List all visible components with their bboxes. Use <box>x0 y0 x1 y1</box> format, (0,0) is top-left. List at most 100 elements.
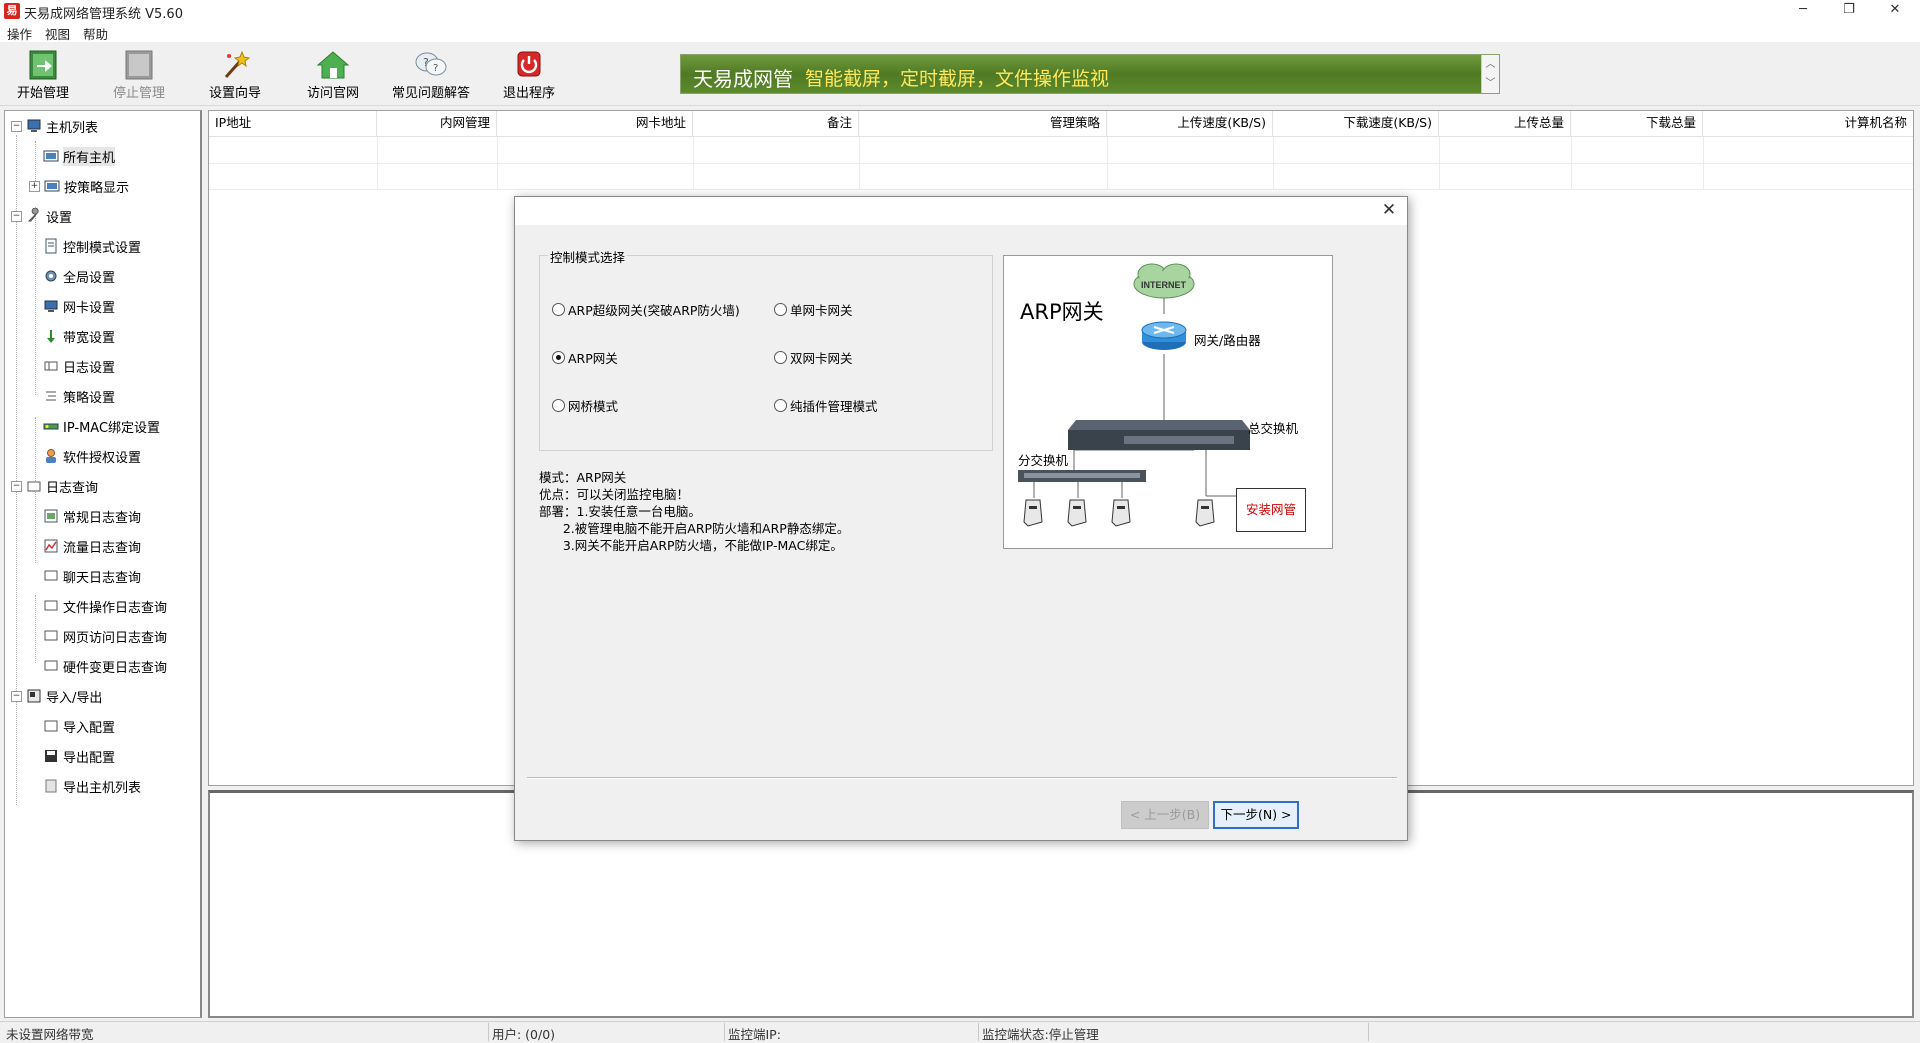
expand-icon[interactable]: + <box>29 180 40 192</box>
menu-operate[interactable]: 操作 <box>7 24 32 43</box>
tree-export-hosts[interactable]: 导出主机列表 <box>43 775 141 797</box>
tree-general-log[interactable]: 常规日志查询 <box>43 505 141 527</box>
tree-settings[interactable]: − 设置 <box>11 205 72 227</box>
hardware-log-icon <box>44 660 58 671</box>
ad-banner[interactable]: 天易成网管 智能截屏，定时截屏，文件操作监视 ︿ ﹀ <box>680 54 1500 94</box>
column-ip[interactable]: IP地址 <box>209 111 377 137</box>
network-diagram: INTERNET ARP网关 网关/路由器 总交换机 分交换机 安装网管 <box>1003 255 1333 549</box>
tree-bandwidth-settings[interactable]: 带宽设置 <box>43 325 115 347</box>
desc-deploy-3: 3.网关不能开启ARP防火墙，不能做IP-MAC绑定。 <box>539 538 843 553</box>
radio-arp-super-gateway[interactable]: ARP超级网关(突破ARP防火墙) <box>552 300 740 319</box>
collapse-icon[interactable]: − <box>11 210 22 222</box>
tree-web-log[interactable]: 网页访问日志查询 <box>43 625 167 647</box>
restore-button[interactable]: ❐ <box>1826 0 1872 22</box>
radio-bridge-mode[interactable]: 网桥模式 <box>552 396 618 415</box>
table-header: IP地址 内网管理 网卡地址 备注 管理策略 上传速度(KB/S) 下载速度(K… <box>209 111 1913 137</box>
radio-circle <box>774 351 787 364</box>
setup-wizard-button[interactable]: 设置向导 <box>192 50 278 104</box>
tree-file-log[interactable]: 文件操作日志查询 <box>43 595 167 617</box>
column-computer-name[interactable]: 计算机名称 <box>1703 111 1913 137</box>
tree-global-settings[interactable]: 全局设置 <box>43 265 115 287</box>
log-icon <box>44 361 58 371</box>
router-icon <box>1141 321 1187 350</box>
tree-import-config[interactable]: 导入配置 <box>43 715 115 737</box>
import-icon <box>44 720 58 732</box>
core-switch-icon <box>1068 420 1250 450</box>
banner-scrollbar[interactable]: ︿ ﹀ <box>1481 55 1499 93</box>
save-icon <box>45 750 57 762</box>
tree-nic-settings[interactable]: 网卡设置 <box>43 295 115 317</box>
network-card-icon <box>44 300 58 312</box>
tree-control-mode[interactable]: 控制模式设置 <box>43 235 141 257</box>
faq-button[interactable]: ? ? 常见问题解答 <box>388 50 474 104</box>
chevron-down-icon[interactable]: ﹀ <box>1482 74 1499 93</box>
list-icon <box>46 391 56 401</box>
next-button[interactable]: 下一步(N) > <box>1213 801 1299 829</box>
close-window-button[interactable]: ✕ <box>1872 0 1918 22</box>
dialog-title-bar: ✕ <box>515 197 1407 225</box>
tree-export-config[interactable]: 导出配置 <box>43 745 115 767</box>
tree-policy-settings[interactable]: 策略设置 <box>43 385 115 407</box>
menu-help[interactable]: 帮助 <box>83 24 108 43</box>
visit-website-button[interactable]: 访问官网 <box>290 50 376 104</box>
radio-plugin-mode[interactable]: 纯插件管理模式 <box>774 396 878 415</box>
column-remark[interactable]: 备注 <box>693 111 859 137</box>
tree-log-query[interactable]: − 日志查询 <box>11 475 98 497</box>
status-bar: 未设置网络带宽 用户: (0/0) 监控端IP: 监控端状态:停止管理 <box>0 1021 1920 1042</box>
desc-mode: 模式：ARP网关 <box>539 470 627 485</box>
menu-bar: 操作 视图 帮助 <box>0 22 1920 42</box>
collapse-icon[interactable]: − <box>11 480 22 492</box>
computer-icon <box>27 119 41 132</box>
general-log-icon <box>44 509 58 523</box>
tree-traffic-log[interactable]: 流量日志查询 <box>43 535 141 557</box>
minimize-button[interactable]: ─ <box>1780 0 1826 22</box>
column-upload-speed[interactable]: 上传速度(KB/S) <box>1107 111 1273 137</box>
tree-log-settings[interactable]: 日志设置 <box>43 355 115 377</box>
client-pc-icon <box>1067 499 1087 527</box>
collapse-icon[interactable]: − <box>11 120 22 132</box>
tree-ip-mac-binding[interactable]: IP-MAC绑定设置 <box>43 415 160 437</box>
status-bandwidth: 未设置网络带宽 <box>6 1027 94 1042</box>
radio-circle <box>774 303 787 316</box>
setup-wizard-label: 设置向导 <box>208 86 261 101</box>
tree-license-settings[interactable]: 软件授权设置 <box>43 445 141 467</box>
radio-dual-nic-gateway[interactable]: 双网卡网关 <box>774 348 853 367</box>
stop-manage-button[interactable]: 停止管理 <box>96 50 182 104</box>
tree-host-list[interactable]: − 主机列表 <box>11 115 98 137</box>
router-label: 网关/路由器 <box>1194 333 1261 348</box>
prev-button[interactable]: < 上一步(B) <box>1121 801 1209 829</box>
start-manage-button[interactable]: 开始管理 <box>0 50 86 104</box>
mode-groupbox: 控制模式选择 ARP超级网关(突破ARP防火墙) 单网卡网关 ARP网关 双网卡… <box>539 247 993 451</box>
desc-deploy-2: 2.被管理电脑不能开启ARP防火墙和ARP静态绑定。 <box>539 521 850 536</box>
branch-switch-label: 分交换机 <box>1018 453 1069 468</box>
column-mac[interactable]: 网卡地址 <box>497 111 693 137</box>
tree-by-policy[interactable]: + 按策略显示 <box>29 175 129 197</box>
document-icon <box>45 238 57 254</box>
status-users: 用户: (0/0) <box>492 1027 556 1042</box>
tree-all-hosts[interactable]: 所有主机 <box>43 145 116 167</box>
exit-program-button[interactable]: 退出程序 <box>486 50 572 104</box>
column-download-speed[interactable]: 下载速度(KB/S) <box>1273 111 1439 137</box>
collapse-icon[interactable]: − <box>11 690 22 702</box>
column-download-total[interactable]: 下载总量 <box>1571 111 1703 137</box>
column-policy[interactable]: 管理策略 <box>859 111 1107 137</box>
menu-view[interactable]: 视图 <box>45 24 70 43</box>
desc-deploy-1: 部署：1.安装任意一台电脑。 <box>539 504 701 519</box>
stop-manage-label: 停止管理 <box>112 86 165 101</box>
wrench-icon <box>27 208 39 222</box>
radio-circle <box>552 303 565 316</box>
chevron-up-icon[interactable]: ︿ <box>1482 55 1499 74</box>
radio-single-nic-gateway[interactable]: 单网卡网关 <box>774 300 853 319</box>
column-lan-manage[interactable]: 内网管理 <box>377 111 497 137</box>
nav-tree: − 主机列表 所有主机 + 按策略显示 − 设置 控制模式设置 全局设置 网卡设… <box>4 110 202 1018</box>
file-log-icon <box>44 600 58 611</box>
tree-hardware-log[interactable]: 硬件变更日志查询 <box>43 655 167 677</box>
column-upload-total[interactable]: 上传总量 <box>1439 111 1571 137</box>
tree-chat-log[interactable]: 聊天日志查询 <box>43 565 141 587</box>
diagram-title: ARP网关 <box>1020 300 1104 324</box>
tree-import-export[interactable]: − 导入/导出 <box>11 685 102 707</box>
export-list-icon <box>45 779 57 793</box>
gear-icon <box>45 270 57 282</box>
dialog-close-button[interactable]: ✕ <box>1377 199 1401 223</box>
radio-arp-gateway[interactable]: ARP网关 <box>552 348 618 367</box>
